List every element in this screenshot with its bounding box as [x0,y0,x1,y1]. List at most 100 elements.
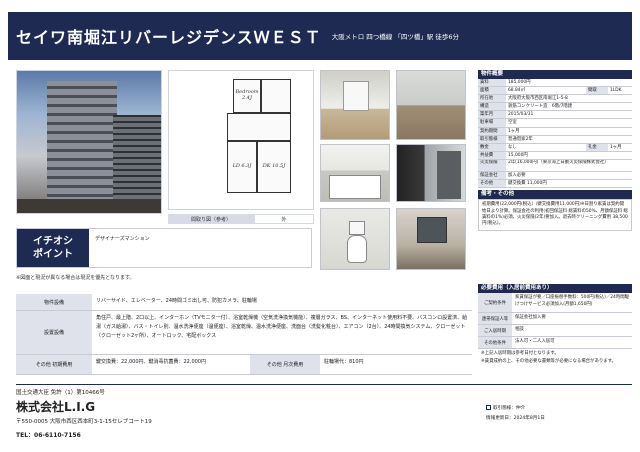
equipment-value: 駐輪場代：810円 [324,359,364,365]
catch-head-line2: ポイント [33,249,73,260]
outline-key: 火災保険 [478,159,506,171]
outline-row: 構造 鉄筋コンクリート造 6階/7階建 [478,103,632,112]
outline-value: 加入必要 [508,172,526,178]
cost-key: その他条件 [478,337,512,348]
outline-title: 物件概要 [478,70,632,79]
footer-divider [16,384,632,385]
plan-warning: ※図面と現況が異なる場合は現況を優先となります。 [16,275,135,281]
outline-key: 築年月 [478,111,506,119]
outline-key: 契約期間 [478,127,506,135]
outline-value: 15,000円 [508,152,528,158]
cost-value: 法人可・二人入居可 [515,339,555,344]
equipment-row: 設置設備 角住戸、最上階、2口以上、インターホン（TVモニター付）、浴室乾燥機（… [16,311,472,355]
outline-row: 保証会社 加入必要 [478,171,632,181]
outline-row: 面積 68.84㎡ 間取 1LDK [478,87,632,96]
equipment-value: 角住戸、最上階、2口以上、インターホン（TVモニター付）、浴室乾燥機（空気洗浄換… [96,315,468,339]
outline-row: 駐車場 空室 [478,119,632,128]
floor-plan: Bedroom 2.4J LD 6.3J DK 10.5J [168,70,314,210]
outline-key: 敷金 [478,143,506,151]
cost-value: 保証会社加入要 [515,315,546,320]
room-label: LD 6.3J [232,163,252,169]
outline-row: 敷金 なし 礼金 1ヶ月 [478,143,632,152]
transaction-meta: 取引態様：仲介 情報更新日：2024年8月1日 [486,404,626,424]
license-number: 国土交通大臣 免許（1）第10466号 [16,390,105,396]
kitchen-photo [320,144,390,202]
equipment-value: リバーサイド、エレベーター、24時間ゴミ出し可、防犯カメラ、駐輪場 [96,298,257,304]
outline-value: 185,000円 [508,80,531,85]
cost-value: 相談 [515,327,524,332]
equipment-key: その他 月次費用 [250,355,320,374]
equipment-row: 物件設備 リバーサイド、エレベーター、24時間ゴミ出し可、防犯カメラ、駐輪場 [16,294,472,311]
cost-key: 連帯保証人等 [478,313,512,324]
outline-key: 間取 [586,87,608,95]
costs-title: 必要費用（入居前費用あり） [478,284,632,293]
outline-value: 2年(16,000円)（東京海上日動火災保険株式会社） [508,159,609,165]
catch-body: デザイナーズマンション [95,236,150,242]
cost-note: ※上記入居時期は参考日付となります。 [481,351,559,356]
outline-key: 保証会社 [478,171,506,180]
equipment-key: その他 初期費用 [16,355,92,374]
catch-point: イチオシ ポイント デザイナーズマンション [16,228,312,268]
equipment-key: 設置設備 [16,311,92,354]
room-label: Bedroom 2.4J [235,89,259,101]
outline-value: 1ヶ月 [508,128,520,134]
station-access: 大阪メトロ 四つ橋線 「四ツ橋」駅 徒歩6分 [331,33,460,41]
required-costs: 必要費用（入居前費用あり） ご契約条件 家賃保証が要／口座振替手数料：500円(… [478,284,632,367]
property-outline: 物件概要 賃料 185,000円 面積 68.84㎡ 間取 1LDK 所在地 大阪府大阪市西区… [478,70,632,231]
outline-key: 賃料 [478,79,506,87]
outline-value: 68.84㎡ [508,88,525,94]
outline-value: 鉄筋コンクリート造 6階/7階建 [508,104,573,110]
property-title: セイワ南堀江リバーレジデンスＷＥＳＴ [16,28,322,47]
flyer-sheet: セイワ南堀江リバーレジデンスＷＥＳＴ 大阪メトロ 四つ橋線 「四ツ橋」駅 徒歩6… [8,12,632,442]
cost-row: 連帯保証人等 保証会社加入要 [478,313,632,325]
outline-value: 鍵交換費 11,000円 [508,181,547,187]
outline-value: 1LDK [610,88,622,94]
header-band: セイワ南堀江リバーレジデンスＷＥＳＴ 大阪メトロ 四つ橋線 「四ツ橋」駅 徒歩6… [8,12,632,60]
room-label: DK 10.5J [262,163,286,169]
equipment-row: その他 初期費用 鍵交換費：22,000円、鍵消毒抗菌費：22,000円 その他… [16,355,472,375]
outline-value: 大阪府大阪市西区南堀江1-5-8 [508,96,568,102]
outline-value: 空室 [508,120,517,126]
outline-key: 面積 [478,87,506,95]
outline-row: 所在地 大阪府大阪市西区南堀江1-5-8 [478,95,632,104]
outline-row: その他 鍵交換費 11,000円 [478,180,632,189]
equipment-table: 物件設備 リバーサイド、エレベーター、24時間ゴミ出し可、防犯カメラ、駐輪場 設… [16,294,472,375]
notes-text: 初期費用(22,000円(税込）/鍵交換費用11,000円)※日割り家賃は契約開… [478,199,632,231]
floorplan-caption: 間取り図（参考） [168,214,254,224]
outline-key: 構造 [478,103,506,111]
cost-row: ご契約条件 家賃保証が要／口座振替手数料：500円(税込)／24時間駆けつけサー… [478,293,632,313]
notes-title: 備考・その他 [478,190,632,200]
outline-row: 賃料 185,000円 [478,79,632,88]
floorplan-caption-right: 外 [254,214,314,224]
room-photo [320,70,390,140]
checkbox-icon [486,405,491,410]
outline-key: 礼金 [586,143,608,151]
outline-row: 共益費 15,000円 [478,151,632,160]
outline-row: 築年月 2015/03/31 [478,111,632,120]
cost-row: ご入居時期 相談 [478,325,632,337]
outline-key: その他 [478,180,506,188]
outline-value: 1ヶ月 [610,144,622,150]
outline-key: 駐車場 [478,119,506,127]
outline-row: 契約期間 1ヶ月 [478,127,632,136]
washroom-photo [396,208,466,270]
equipment-value: 鍵交換費：22,000円、鍵消毒抗菌費：22,000円 [96,359,206,365]
outline-key: 共益費 [478,151,506,159]
outline-value: 2015/03/31 [508,112,534,118]
exterior-photo [16,70,162,214]
cost-note: ※賃貸成約の上、その他必要な書類等が必要になる場合があります。 [481,359,616,364]
meta-updated: 情報更新日：2024年8月1日 [486,416,545,421]
outline-key: 所在地 [478,95,506,103]
outline-row: 火災保険 2年(16,000円)（東京海上日動火災保険株式会社） [478,159,632,172]
equipment-key: 物件設備 [16,294,92,310]
cost-value: 家賃保証が要／口座振替手数料：500円(税込)／24時間駆けつけサービス必須加入… [515,295,629,307]
bathroom-photo [396,144,466,202]
outline-value: なし [508,144,517,150]
toilet-photo [320,208,390,270]
outline-value: 普通借家2年 [508,136,533,142]
meta-type: 取引態様：仲介 [493,406,526,411]
company-name: 株式会社L.I.G [16,400,96,414]
catch-head-line1: イチオシ [33,236,73,247]
company-address: 〒550-0005 大阪市西区西本町3-1-15セレブコート19 [16,419,152,425]
company-tel: TEL：06-6110-7156 [16,432,81,439]
